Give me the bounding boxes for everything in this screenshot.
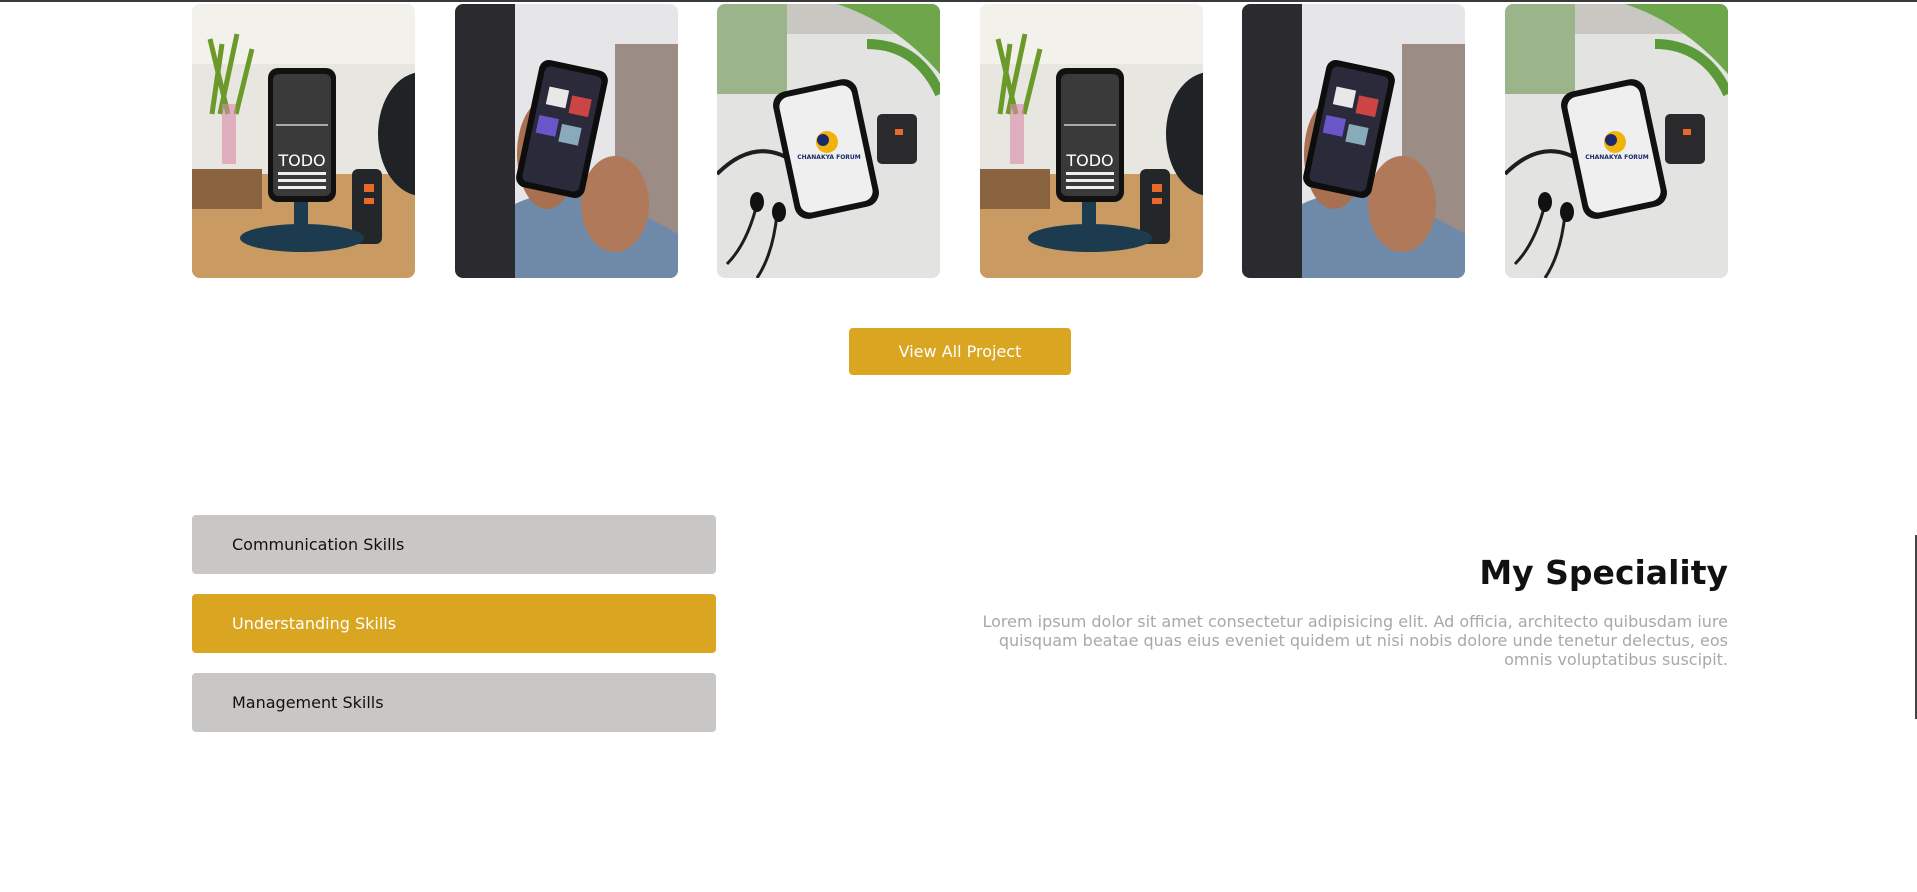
todo-screen-label: TODO <box>277 151 325 170</box>
skill-tab-label: Management Skills <box>232 693 384 712</box>
project-image: TODO <box>979 4 1203 278</box>
project-card[interactable]: CHANAKYA FORUM <box>717 4 941 278</box>
project-card[interactable] <box>1242 4 1466 278</box>
skill-tab-communication[interactable]: Communication Skills <box>192 515 716 574</box>
project-gallery: TODO CHANAKYA FORUM TODO CHANAKYA FORUM <box>192 4 1728 278</box>
project-image: TODO <box>192 4 415 278</box>
skill-tab-management[interactable]: Management Skills <box>192 673 716 732</box>
project-image <box>454 4 678 278</box>
project-card[interactable] <box>454 4 678 278</box>
project-image: CHANAKYA FORUM <box>717 4 941 278</box>
top-divider <box>0 0 1917 2</box>
project-card[interactable]: TODO <box>192 4 415 278</box>
speciality-section: My Speciality Lorem ipsum dolor sit amet… <box>968 553 1728 669</box>
view-all-project-button[interactable]: View All Project <box>849 328 1071 375</box>
skill-tab-label: Communication Skills <box>232 535 405 554</box>
skill-tab-label: Understanding Skills <box>232 614 397 633</box>
chanakya-screen-label: CHANAKYA FORUM <box>797 154 861 161</box>
chanakya-screen-label: CHANAKYA FORUM <box>1585 154 1649 161</box>
speciality-description: Lorem ipsum dolor sit amet consectetur a… <box>982 612 1728 669</box>
project-image: CHANAKYA FORUM <box>1504 4 1728 278</box>
project-card[interactable]: TODO <box>979 4 1203 278</box>
skill-tab-understanding[interactable]: Understanding Skills <box>192 594 716 653</box>
speciality-title: My Speciality <box>1479 553 1728 592</box>
todo-screen-label: TODO <box>1065 151 1113 170</box>
skills-tabs: Communication Skills Understanding Skill… <box>192 515 716 752</box>
project-image <box>1242 4 1466 278</box>
project-card[interactable]: CHANAKYA FORUM <box>1504 4 1728 278</box>
